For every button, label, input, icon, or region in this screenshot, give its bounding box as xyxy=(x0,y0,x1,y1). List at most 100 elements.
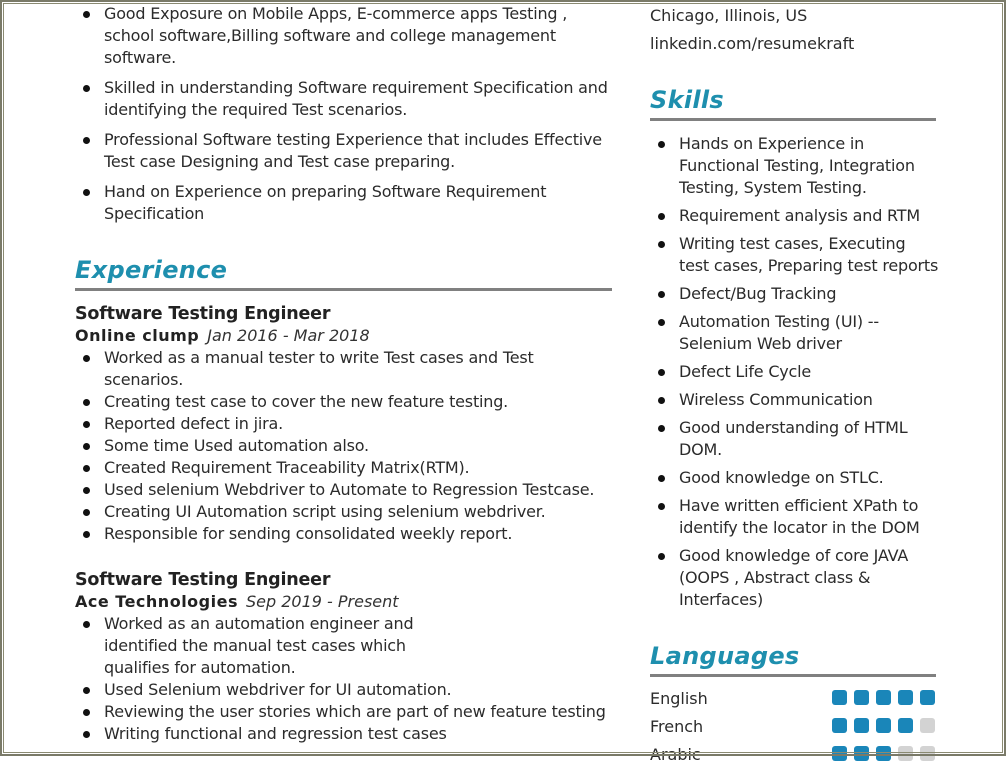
bullet-icon xyxy=(658,475,665,482)
job-bullet: Creating test case to cover the new feat… xyxy=(75,391,615,413)
bullet-icon xyxy=(83,709,90,716)
section-divider xyxy=(650,674,936,677)
bullet-icon xyxy=(658,425,665,432)
rating-square-filled xyxy=(854,718,869,733)
bullet-icon xyxy=(83,421,90,428)
job-bullet: Creating UI Automation script using sele… xyxy=(75,501,615,523)
rating-square-filled xyxy=(854,746,869,761)
language-row: English xyxy=(650,688,940,716)
job-bullet: Used Selenium webdriver for UI automatio… xyxy=(75,679,615,701)
company-name: Online clump xyxy=(75,326,200,345)
language-name: French xyxy=(650,717,704,736)
languages-list: English French Arabic xyxy=(650,688,940,772)
language-name: English xyxy=(650,689,708,708)
job-bullet: Responsible for sending consolidated wee… xyxy=(75,523,615,545)
skill-item: Defect Life Cycle xyxy=(650,361,940,383)
job-dates: Sep 2019 - Present xyxy=(245,592,399,611)
contact-location: Chicago, Illinois, US xyxy=(650,6,808,25)
language-row: French xyxy=(650,716,940,744)
rating-square-empty xyxy=(920,746,935,761)
languages-title: Languages xyxy=(650,642,800,670)
bullet-icon xyxy=(658,319,665,326)
company-line: Ace Technologies Sep 2019 - Present xyxy=(75,591,615,613)
company-line: Online clump Jan 2016 - Mar 2018 xyxy=(75,325,615,347)
job-bullet: Used selenium Webdriver to Automate to R… xyxy=(75,479,615,501)
rating-square-filled xyxy=(854,690,869,705)
job-bullet: Reported defect in jira. xyxy=(75,413,615,435)
experience-section-header: Experience xyxy=(75,255,612,291)
job-bullet: Worked as an automation engineer and ide… xyxy=(75,613,424,679)
bullet-icon xyxy=(83,137,90,144)
job-entry: Software Testing Engineer Online clump Ja… xyxy=(75,303,615,545)
skill-item: Wireless Communication xyxy=(650,389,940,411)
summary-list: Good Exposure on Mobile Apps, E-commerce… xyxy=(75,3,615,233)
bullet-icon xyxy=(658,213,665,220)
job-title: Software Testing Engineer xyxy=(75,304,331,324)
languages-section-header: Languages xyxy=(650,641,936,677)
skill-item: Good understanding of HTML DOM. xyxy=(650,417,940,461)
bullet-icon xyxy=(83,509,90,516)
language-name: Arabic xyxy=(650,745,701,764)
bullet-icon xyxy=(83,189,90,196)
job-dates: Jan 2016 - Mar 2018 xyxy=(207,326,370,345)
bullet-icon xyxy=(658,397,665,404)
rating-square-empty xyxy=(898,746,913,761)
language-row: Arabic xyxy=(650,744,940,772)
rating-square-filled xyxy=(898,718,913,733)
bullet-icon xyxy=(658,503,665,510)
job-bullet: Reviewing the user stories which are par… xyxy=(75,701,615,723)
rating-square-filled xyxy=(920,690,935,705)
bullet-icon xyxy=(658,291,665,298)
bullet-icon xyxy=(83,487,90,494)
bullet-icon xyxy=(83,687,90,694)
language-rating xyxy=(832,690,935,705)
bullet-icon xyxy=(83,531,90,538)
job-bullet: Created Requirement Traceability Matrix(… xyxy=(75,457,615,479)
rating-square-filled xyxy=(832,746,847,761)
job-title: Software Testing Engineer xyxy=(75,570,331,590)
company-name: Ace Technologies xyxy=(75,592,238,611)
job-bullets: Worked as a manual tester to write Test … xyxy=(75,347,615,545)
rating-square-empty xyxy=(920,718,935,733)
rating-square-filled xyxy=(876,690,891,705)
skill-item: Have written efficient XPath to identify… xyxy=(650,495,940,539)
summary-item: Skilled in understanding Software requir… xyxy=(75,77,615,121)
skill-item: Hands on Experience in Functional Testin… xyxy=(650,133,940,199)
skill-item: Defect/Bug Tracking xyxy=(650,283,940,305)
rating-square-filled xyxy=(898,690,913,705)
bullet-icon xyxy=(83,11,90,18)
bullet-icon xyxy=(83,399,90,406)
rating-square-filled xyxy=(876,718,891,733)
bullet-icon xyxy=(658,141,665,148)
bullet-icon xyxy=(83,621,90,628)
section-divider xyxy=(650,118,936,121)
rating-square-filled xyxy=(832,690,847,705)
skills-section-header: Skills xyxy=(650,85,936,121)
section-divider xyxy=(75,288,612,291)
summary-item: Hand on Experience on preparing Software… xyxy=(75,181,615,225)
job-bullet: Worked as a manual tester to write Test … xyxy=(75,347,615,391)
bullet-icon xyxy=(658,241,665,248)
skill-item: Good knowledge on STLC. xyxy=(650,467,940,489)
rating-square-filled xyxy=(876,746,891,761)
language-rating xyxy=(832,746,935,761)
job-bullets: Worked as an automation engineer and ide… xyxy=(75,613,615,745)
rating-square-filled xyxy=(832,718,847,733)
bullet-icon xyxy=(658,553,665,560)
language-rating xyxy=(832,718,935,733)
bullet-icon xyxy=(83,443,90,450)
skills-title: Skills xyxy=(650,86,725,114)
skills-list: Hands on Experience in Functional Testin… xyxy=(650,133,940,617)
job-bullet: Some time Used automation also. xyxy=(75,435,615,457)
skill-item: Good knowledge of core JAVA (OOPS , Abst… xyxy=(650,545,940,611)
bullet-icon xyxy=(83,731,90,738)
bullet-icon xyxy=(83,355,90,362)
job-bullet: Writing functional and regression test c… xyxy=(75,723,615,745)
experience-title: Experience xyxy=(75,256,228,284)
summary-item: Good Exposure on Mobile Apps, E-commerce… xyxy=(75,3,615,69)
summary-item: Professional Software testing Experience… xyxy=(75,129,615,173)
job-entry: Software Testing Engineer Ace Technologi… xyxy=(75,569,615,745)
contact-linkedin[interactable]: linkedin.com/resumekraft xyxy=(650,33,854,55)
bullet-icon xyxy=(658,369,665,376)
bullet-icon xyxy=(83,465,90,472)
